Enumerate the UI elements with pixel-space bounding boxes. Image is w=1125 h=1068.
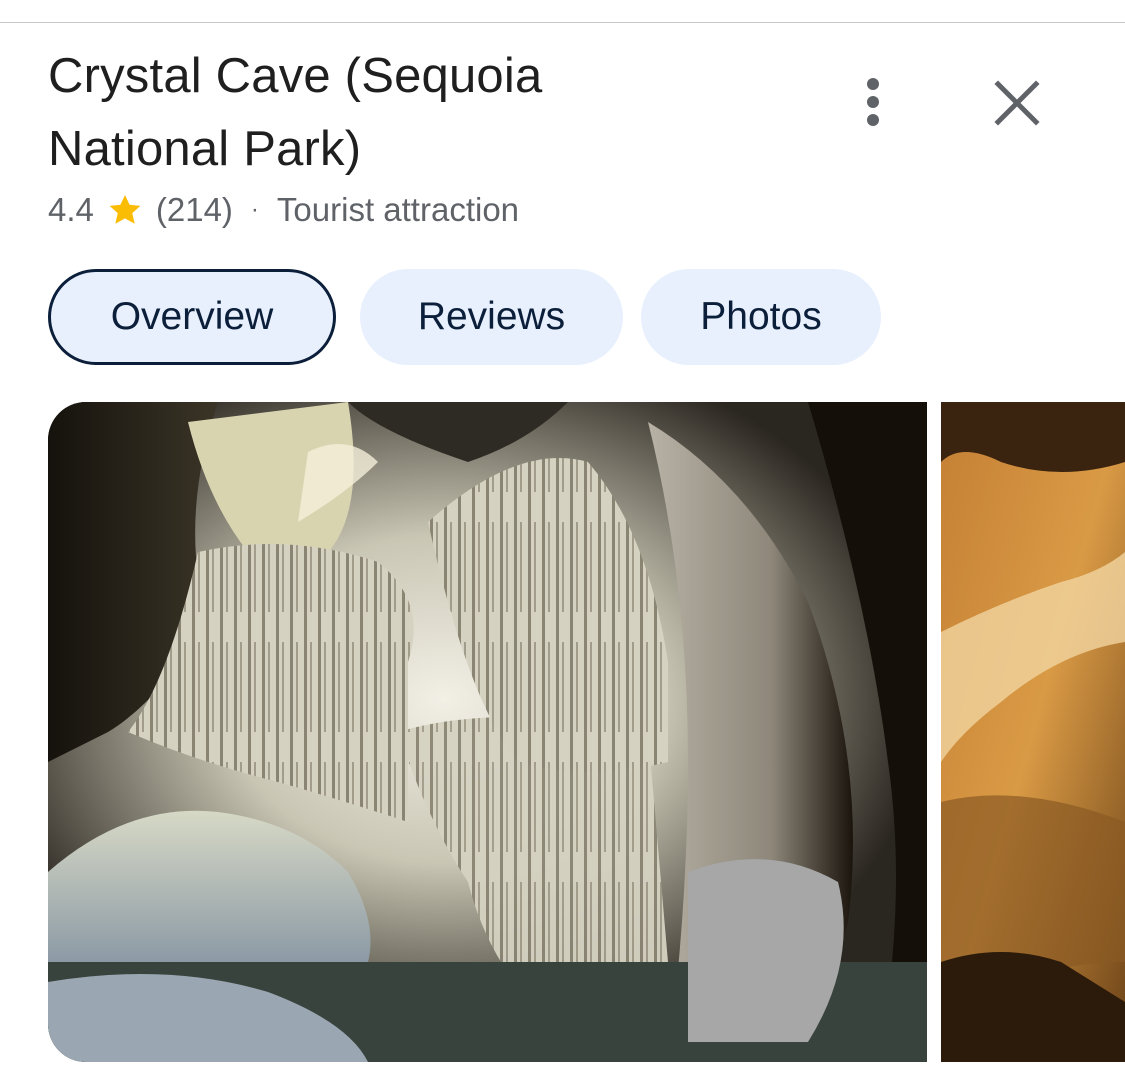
place-photo-second[interactable] (941, 402, 1125, 1062)
place-title: Crystal Cave (Sequoia National Park) (48, 49, 543, 176)
more-vert-icon (867, 78, 879, 90)
tab-overview[interactable]: Overview (48, 269, 336, 365)
review-count[interactable]: (214) (156, 191, 233, 229)
star-icon (106, 191, 144, 229)
more-vert-icon-dot (867, 96, 879, 108)
top-divider (0, 22, 1125, 23)
meta-separator: · (250, 196, 259, 223)
close-button[interactable] (986, 72, 1048, 134)
place-photo-main[interactable] (48, 402, 927, 1062)
rating-value: 4.4 (48, 191, 94, 228)
more-options-button[interactable] (846, 72, 900, 132)
cave-photo-image (48, 402, 927, 1062)
place-category: Tourist attraction (276, 191, 520, 228)
tab-photos[interactable]: Photos (641, 269, 881, 365)
tab-reviews[interactable]: Reviews (360, 269, 623, 365)
place-meta-row: 4.4 (214) · Tourist attraction (48, 188, 519, 232)
close-icon (994, 80, 1040, 126)
more-vert-icon-dot (867, 114, 879, 126)
cave-photo-image-2 (941, 402, 1125, 1062)
